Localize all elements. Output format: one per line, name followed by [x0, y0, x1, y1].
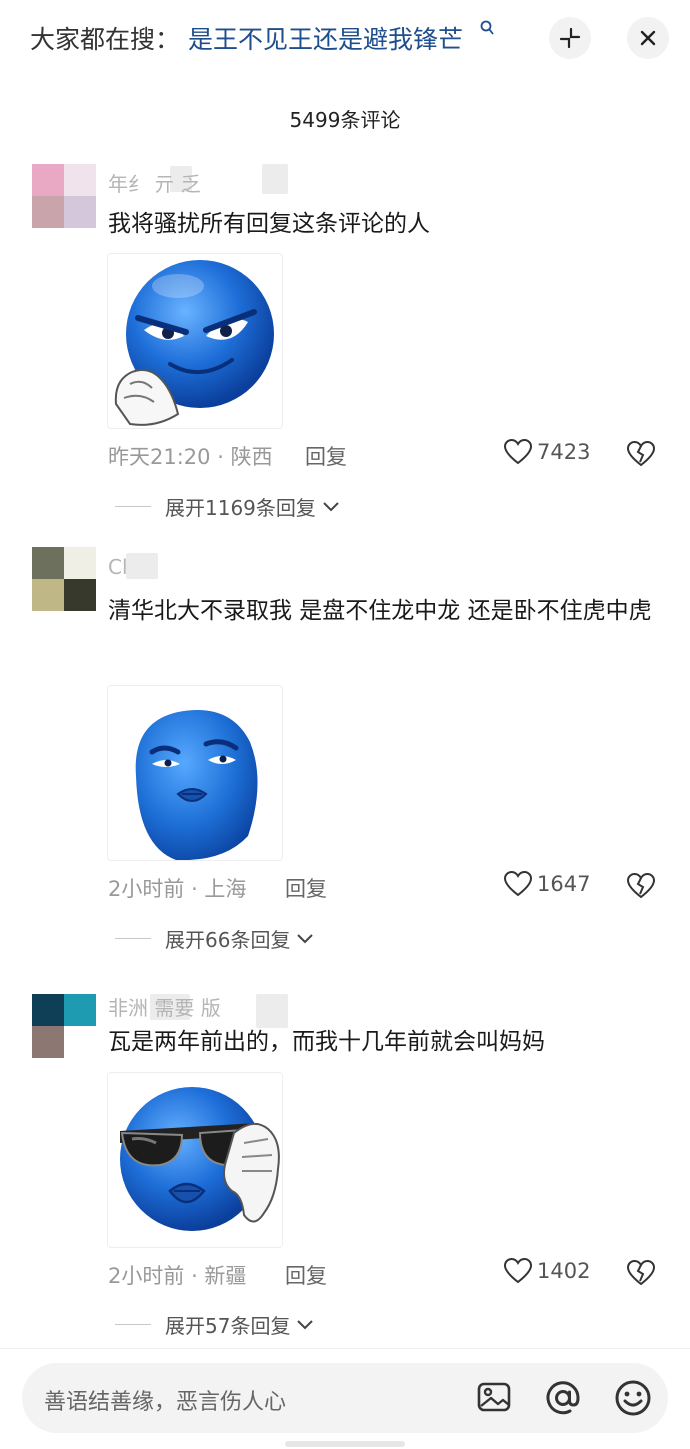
like-button[interactable]: 1402	[503, 1257, 590, 1285]
avatar[interactable]	[32, 994, 96, 1058]
heart-icon	[503, 438, 533, 465]
expand-replies-label: 展开1169条回复	[165, 496, 316, 520]
broken-heart-icon	[626, 1259, 656, 1286]
avatar-tile	[64, 1026, 96, 1058]
avatar-tile	[32, 547, 64, 579]
like-count: 1647	[537, 872, 591, 896]
expand-replies[interactable]: 展开57条回复	[115, 1310, 316, 1339]
avatar-tile	[32, 164, 64, 196]
expand-divider	[115, 506, 151, 507]
close-button[interactable]	[627, 17, 669, 59]
reply-button[interactable]: 回复	[285, 873, 327, 903]
like-button[interactable]: 7423	[503, 438, 590, 466]
image-button[interactable]	[476, 1379, 512, 1419]
username-blur	[126, 553, 158, 579]
username[interactable]: 非洲 需要 版	[108, 992, 221, 1021]
mention-button[interactable]	[544, 1379, 582, 1421]
home-indicator	[285, 1441, 405, 1447]
avatar-tile	[64, 579, 96, 611]
heart-icon	[503, 870, 533, 897]
search-icon	[480, 20, 494, 40]
avatar[interactable]	[32, 547, 96, 611]
broken-heart-icon	[626, 872, 656, 899]
comment-location: 上海	[204, 877, 247, 901]
avatar-tile	[64, 994, 96, 1026]
meta-separator: ·	[191, 877, 205, 901]
blue-face-smug-icon	[135, 710, 258, 860]
dislike-button[interactable]	[626, 440, 656, 472]
expand-replies-label: 展开66条回复	[165, 928, 291, 952]
comment-text: 清华北大不录取我 是盘不住龙中龙 还是卧不住虎中虎	[108, 598, 652, 624]
comment-count: 5499条评论	[289, 108, 401, 132]
comment-text: 瓦是两年前出的，而我十几年前就会叫妈妈	[108, 1029, 545, 1055]
chevron-down-icon	[323, 501, 339, 511]
expand-divider	[115, 1324, 151, 1325]
like-count: 7423	[537, 440, 591, 464]
avatar-tile	[32, 579, 64, 611]
avatar[interactable]	[32, 164, 96, 228]
avatar-tile	[32, 1026, 64, 1058]
sticker-image[interactable]	[107, 1072, 283, 1248]
trending-search-link[interactable]: 是王不见王还是避我锋芒	[188, 20, 463, 56]
broken-heart-icon	[626, 440, 656, 467]
search-prefix: 大家都在搜：	[30, 25, 181, 54]
top-search-bar: 大家都在搜： 是王不见王还是避我锋芒	[0, 0, 690, 80]
chevron-down-icon	[297, 933, 314, 943]
heart-icon	[503, 1257, 533, 1284]
expand-replies-label: 展开57条回复	[165, 1314, 291, 1338]
comment-input-placeholder: 善语结善缘，恶言伤人心	[44, 1390, 287, 1415]
comment-time: 昨天21:20	[108, 445, 211, 469]
like-count: 1402	[537, 1259, 591, 1283]
blue-smiley-sunglasses-thumbs-down-icon	[120, 1087, 280, 1231]
meta-separator: ·	[191, 1264, 205, 1288]
username[interactable]: 年纟 亓 乏	[108, 168, 201, 197]
username-blur	[262, 164, 288, 194]
like-button[interactable]: 1647	[503, 870, 590, 898]
reply-button[interactable]: 回复	[305, 441, 347, 471]
emoji-icon	[615, 1380, 651, 1416]
comment-text: 我将骚扰所有回复这条评论的人	[108, 211, 430, 237]
chevron-down-icon	[297, 1319, 314, 1329]
expand-replies[interactable]: 展开1169条回复	[115, 492, 342, 521]
expand-button[interactable]	[549, 17, 591, 59]
comment-time: 2小时前	[108, 1264, 185, 1288]
blue-smiley-scheming-icon	[114, 260, 274, 426]
comment-meta: 2小时前 · 新疆	[108, 1260, 246, 1290]
avatar-tile	[32, 994, 64, 1026]
comment-meta: 昨天21:20 · 陕西	[108, 441, 273, 471]
reply-button[interactable]: 回复	[285, 1260, 327, 1290]
sticker-image[interactable]	[107, 253, 283, 429]
comment-location: 新疆	[204, 1264, 247, 1288]
emoji-button[interactable]	[614, 1379, 652, 1421]
expand-arrows-icon	[559, 27, 581, 49]
username[interactable]: Cl	[108, 555, 128, 579]
image-icon	[477, 1382, 511, 1412]
sticker-image[interactable]	[107, 685, 283, 861]
expand-divider	[115, 938, 151, 939]
meta-separator: ·	[217, 445, 231, 469]
avatar-tile	[64, 547, 96, 579]
comment-input-bar: 善语结善缘，恶言伤人心	[0, 1348, 690, 1449]
at-icon	[546, 1381, 580, 1415]
avatar-tile	[64, 164, 96, 196]
comment-location: 陕西	[230, 445, 273, 469]
comment-meta: 2小时前 · 上海	[108, 873, 246, 903]
avatar-tile	[32, 196, 64, 228]
dislike-button[interactable]	[626, 1259, 656, 1291]
comment-time: 2小时前	[108, 877, 185, 901]
expand-replies[interactable]: 展开66条回复	[115, 924, 316, 953]
comment-input[interactable]: 善语结善缘，恶言伤人心	[22, 1363, 668, 1433]
close-icon	[640, 30, 656, 46]
avatar-tile	[64, 196, 96, 228]
dislike-button[interactable]	[626, 872, 656, 904]
